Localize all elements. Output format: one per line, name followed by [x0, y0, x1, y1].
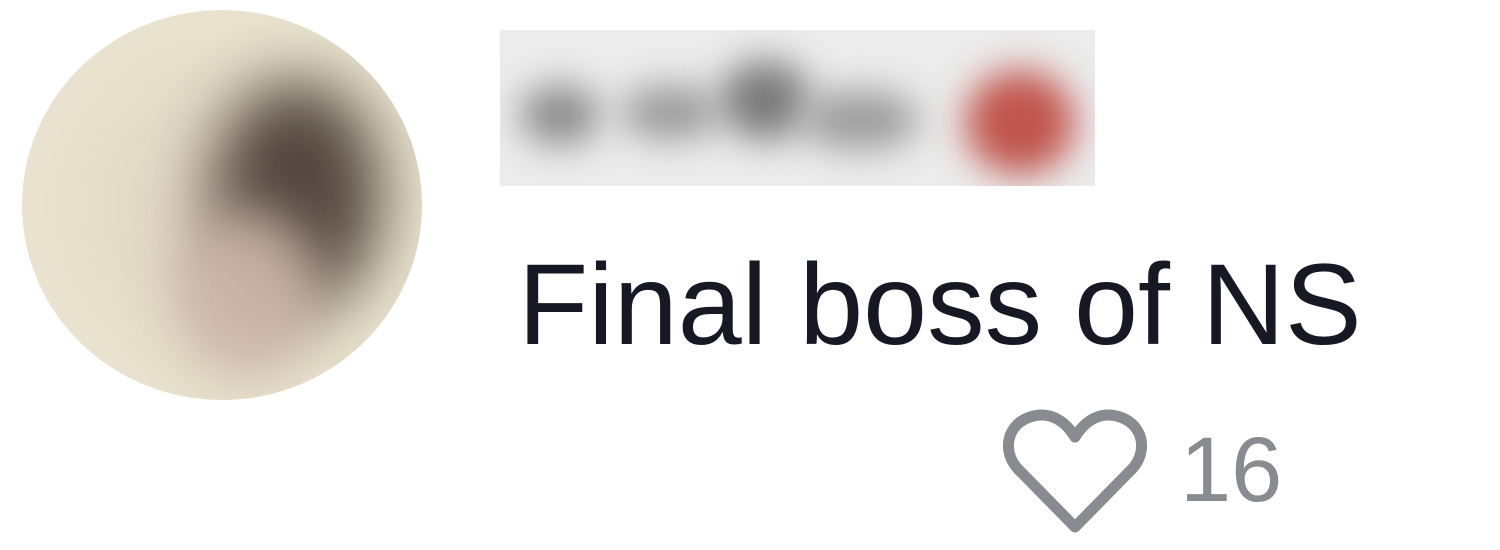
redaction-smudge [520, 85, 600, 145]
redaction-smudge [965, 70, 1075, 175]
like-button[interactable] [1000, 405, 1150, 535]
redaction-smudge [620, 85, 720, 140]
like-count: 16 [1180, 419, 1283, 521]
username-redacted[interactable] [500, 30, 1095, 186]
comment-text: Final boss of NS [518, 241, 1362, 369]
like-section: 16 [1000, 405, 1282, 535]
redaction-smudge [800, 90, 920, 150]
avatar[interactable] [22, 10, 422, 400]
comment-item: Final boss of NS 16 [0, 0, 1500, 550]
redaction-smudge [720, 60, 810, 140]
heart-outline-icon [1003, 409, 1147, 533]
avatar-blur-shape [172, 210, 322, 380]
